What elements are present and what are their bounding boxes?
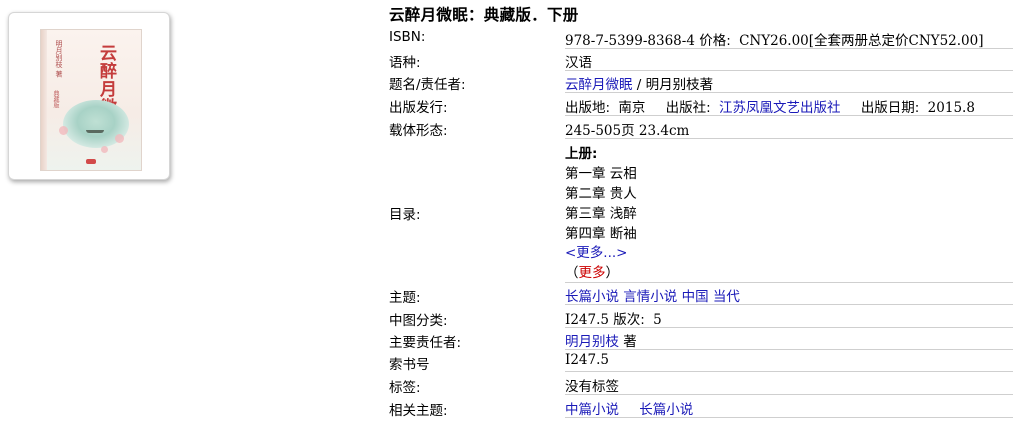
language-value: 汉语: [565, 55, 592, 71]
subject-label: 主题:: [389, 290, 421, 306]
tags-row: 标签: 没有标签: [389, 374, 1013, 396]
date-label: 出版日期:: [860, 100, 920, 116]
main-responsibility-label: 主要责任者:: [389, 335, 462, 351]
responsibility-text: / 明月别枝著: [632, 77, 714, 93]
related-subject-link[interactable]: 长篇小说: [639, 402, 693, 417]
publisher-label: 出版社:: [665, 100, 711, 116]
language-row: 语种: 汉语: [389, 50, 1013, 71]
call-number-value: I247.5: [565, 352, 609, 368]
call-number-label: 索书号: [389, 357, 430, 373]
cover-flower-art: [59, 126, 68, 135]
physical-row: 载体形态: 245-505页 23.4cm: [389, 118, 1013, 139]
language-label: 语种:: [389, 55, 421, 71]
main-responsibility-row: 主要责任者: 明月别枝 著: [389, 329, 1013, 351]
physical-value: 245-505页 23.4cm: [565, 123, 690, 139]
tags-label: 标签:: [389, 380, 421, 396]
toc-rule: [565, 282, 1013, 283]
related-subject-row: 相关主题: 中篇小说 长篇小说: [389, 397, 1013, 419]
toc-chapter: 第三章 浅醉: [565, 206, 637, 222]
cover-spine: [41, 30, 47, 170]
cover-flower-art: [115, 134, 124, 143]
toc-chapter: 第一章 云相: [565, 166, 637, 182]
toc-expand-close: ）: [605, 265, 620, 281]
call-number-row: 索书号 I247.5: [389, 351, 1013, 373]
title-link[interactable]: 云醉月微眠: [565, 77, 633, 92]
place-label: 出版地:: [565, 100, 611, 116]
isbn-row: ISBN: 978-7-5399-8368-4 价格: CNY26.00[全套两…: [389, 28, 1013, 49]
cover-boat-art: [86, 130, 104, 133]
cover-flower-art: [101, 146, 108, 153]
subject-link[interactable]: 中国: [682, 289, 709, 304]
toc-label: 目录:: [389, 207, 421, 223]
title-responsibility-label: 题名/责任者:: [389, 77, 466, 93]
clc-row: 中图分类: I247.5 版次: 5: [389, 307, 1013, 329]
subject-link[interactable]: 言情小说: [623, 289, 677, 304]
toc-chapter: 第四章 断袖: [565, 226, 637, 242]
related-subject-label: 相关主题:: [389, 403, 448, 419]
publication-label: 出版发行:: [389, 100, 448, 116]
cover-edition-art: 典藏版: [52, 90, 59, 108]
toc-expand-open: （: [565, 265, 579, 281]
title-responsibility-row: 题名/责任者: 云醉月微眠 / 明月别枝著: [389, 72, 1013, 93]
date-value: 2015.8: [927, 100, 975, 116]
publisher-logo: [86, 159, 96, 164]
isbn-label: ISBN:: [389, 29, 426, 45]
edition-label: 版次:: [613, 312, 645, 328]
clc-value: I247.5: [565, 312, 609, 328]
isbn-value: 978-7-5399-8368-4: [565, 33, 695, 49]
cover-author-art: 明月别枝 著: [55, 40, 63, 78]
subject-row: 主题: 长篇小说 言情小说 中国 当代: [389, 284, 1013, 306]
price-label: 价格:: [699, 33, 731, 49]
tags-value: 没有标签: [565, 379, 619, 395]
related-subject-link[interactable]: 中篇小说: [565, 402, 619, 417]
physical-label: 载体形态:: [389, 123, 448, 139]
toc-row: 目录: 上册: 第一章 云相 第二章 贵人 第三章 浅醉 第四章 断袖 <更多.…: [389, 140, 1013, 284]
book-cover-frame[interactable]: 明月别枝 著 典藏版 云醉月微眠: [8, 12, 170, 180]
toc-heading: 上册:: [565, 146, 598, 162]
place-value: 南京: [618, 100, 646, 116]
toc-chapter: 第二章 贵人: [565, 186, 637, 202]
book-cover-image[interactable]: 明月别枝 著 典藏版 云醉月微眠: [40, 29, 142, 171]
publisher-link[interactable]: 江苏凤凰文艺出版社: [719, 100, 841, 115]
edition-value: 5: [653, 312, 662, 328]
book-title: 云醉月微眠：典藏版．下册: [389, 6, 579, 24]
price-value: CNY26.00[全套两册总定价CNY52.00]: [739, 33, 984, 49]
publication-row: 出版发行: 出版地: 南京 出版社: 江苏凤凰文艺出版社 出版日期: 2015.…: [389, 95, 1013, 116]
toc-more-red-link[interactable]: 更多: [579, 265, 606, 281]
subject-link[interactable]: 长篇小说: [565, 289, 619, 304]
author-role: 著: [619, 334, 637, 350]
toc-expand: （更多）: [565, 261, 619, 281]
clc-label: 中图分类:: [389, 313, 448, 329]
author-link[interactable]: 明月别枝: [565, 334, 619, 349]
subject-link[interactable]: 当代: [713, 289, 740, 304]
toc-more-link[interactable]: <更多...>: [565, 241, 628, 261]
